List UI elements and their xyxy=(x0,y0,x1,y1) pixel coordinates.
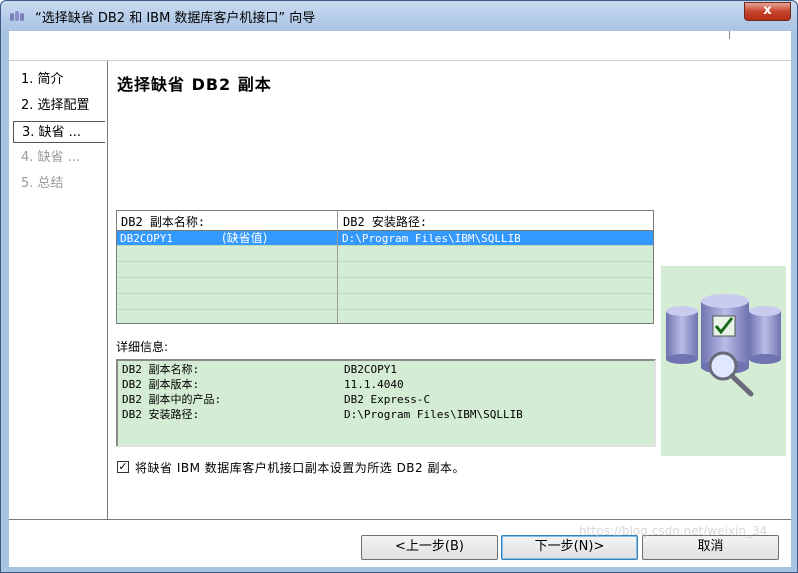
detail-value: 11.1.4040 xyxy=(344,378,404,391)
gripper xyxy=(729,31,731,39)
details-text-area[interactable]: DB2 副本名称: DB2COPY1 DB2 副本版本: 11.1.4040 D… xyxy=(116,359,656,447)
details-label: 详细信息: xyxy=(116,340,169,354)
nav-step-intro[interactable]: 1. 简介 xyxy=(13,69,105,91)
set-default-interface-option[interactable]: ✓ 将缺省 IBM 数据库客户机接口副本设置为所选 DB2 副本。 xyxy=(117,459,717,477)
db2-copies-list[interactable]: DB2 副本名称: DB2 安装路径: DB2COPY1 (缺省值) D:\Pr… xyxy=(116,210,654,324)
empty-row xyxy=(117,247,653,262)
back-button[interactable]: <上一步(B) xyxy=(361,535,498,560)
watermark: https://blog.csdn.net/weixin_34 xyxy=(579,524,768,538)
default-tag: (缺省值) xyxy=(222,231,268,245)
nav-step-select-config[interactable]: 2. 选择配置 xyxy=(13,95,105,117)
window-title: “选择缺省 DB2 和 IBM 数据库客户机接口” 向导 xyxy=(35,11,316,26)
column-header-path[interactable]: DB2 安装路径: xyxy=(343,213,427,230)
table-row[interactable]: DB2COPY1 (缺省值) D:\Program Files\IBM\SQLL… xyxy=(117,231,653,246)
detail-row: DB2 副本版本: 11.1.4040 xyxy=(122,378,652,393)
database-magnifier-icon xyxy=(666,294,781,397)
detail-key: DB2 副本中的产品: xyxy=(122,393,222,406)
nav-step-default-interface: 4. 缺省 ... xyxy=(21,150,81,165)
wizard-client-area: 1. 简介 2. 选择配置 3. 缺省 ... 4. 缺省 ... 5. 总结 … xyxy=(9,31,791,567)
detail-row: DB2 安装路径: D:\Program Files\IBM\SQLLIB xyxy=(122,408,652,423)
nav-step-summary: 5. 总结 xyxy=(21,176,64,191)
detail-value: DB2 Express-C xyxy=(344,393,431,406)
copy-path-cell: D:\Program Files\IBM\SQLLIB xyxy=(342,232,521,245)
detail-value: DB2COPY1 xyxy=(344,363,397,376)
page-title: 选择缺省 DB2 副本 xyxy=(117,75,272,94)
wizard-content: 选择缺省 DB2 副本 DB2 副本名称: DB2 安装路径: DB2COPY1… xyxy=(109,61,791,519)
detail-key: DB2 副本名称: xyxy=(122,363,200,376)
db2-app-icon xyxy=(10,11,24,21)
detail-key: DB2 副本版本: xyxy=(122,378,200,391)
empty-row xyxy=(117,279,653,294)
empty-row xyxy=(117,295,653,310)
wizard-step-nav: 1. 简介 2. 选择配置 3. 缺省 ... 4. 缺省 ... 5. 总结 xyxy=(9,61,108,519)
cancel-button[interactable]: 取消 xyxy=(642,535,779,560)
column-separator xyxy=(337,211,338,323)
detail-row: DB2 副本名称: DB2COPY1 xyxy=(122,363,652,378)
next-button[interactable]: 下一步(N)> xyxy=(501,535,638,560)
column-header-name[interactable]: DB2 副本名称: xyxy=(121,213,205,230)
list-header: DB2 副本名称: DB2 安装路径: xyxy=(117,211,653,231)
copy-name-cell: DB2COPY1 xyxy=(120,232,173,245)
empty-row xyxy=(117,263,653,278)
set-default-interface-checkbox[interactable]: ✓ xyxy=(117,461,129,473)
database-illustration xyxy=(661,266,786,456)
set-default-interface-label[interactable]: 将缺省 IBM 数据库客户机接口副本设置为所选 DB2 副本。 xyxy=(135,459,465,476)
detail-value: D:\Program Files\IBM\SQLLIB xyxy=(344,408,523,421)
detail-row: DB2 副本中的产品: DB2 Express-C xyxy=(122,393,652,408)
title-bar[interactable]: “选择缺省 DB2 和 IBM 数据库客户机接口” 向导 x xyxy=(1,1,797,31)
nav-step-default-db2[interactable]: 3. 缺省 ... xyxy=(13,121,105,143)
close-button[interactable]: x xyxy=(744,2,791,21)
header-strip xyxy=(9,31,791,61)
detail-key: DB2 安装路径: xyxy=(122,408,200,421)
wizard-window: “选择缺省 DB2 和 IBM 数据库客户机接口” 向导 x 1. 简介 2. … xyxy=(0,0,798,573)
